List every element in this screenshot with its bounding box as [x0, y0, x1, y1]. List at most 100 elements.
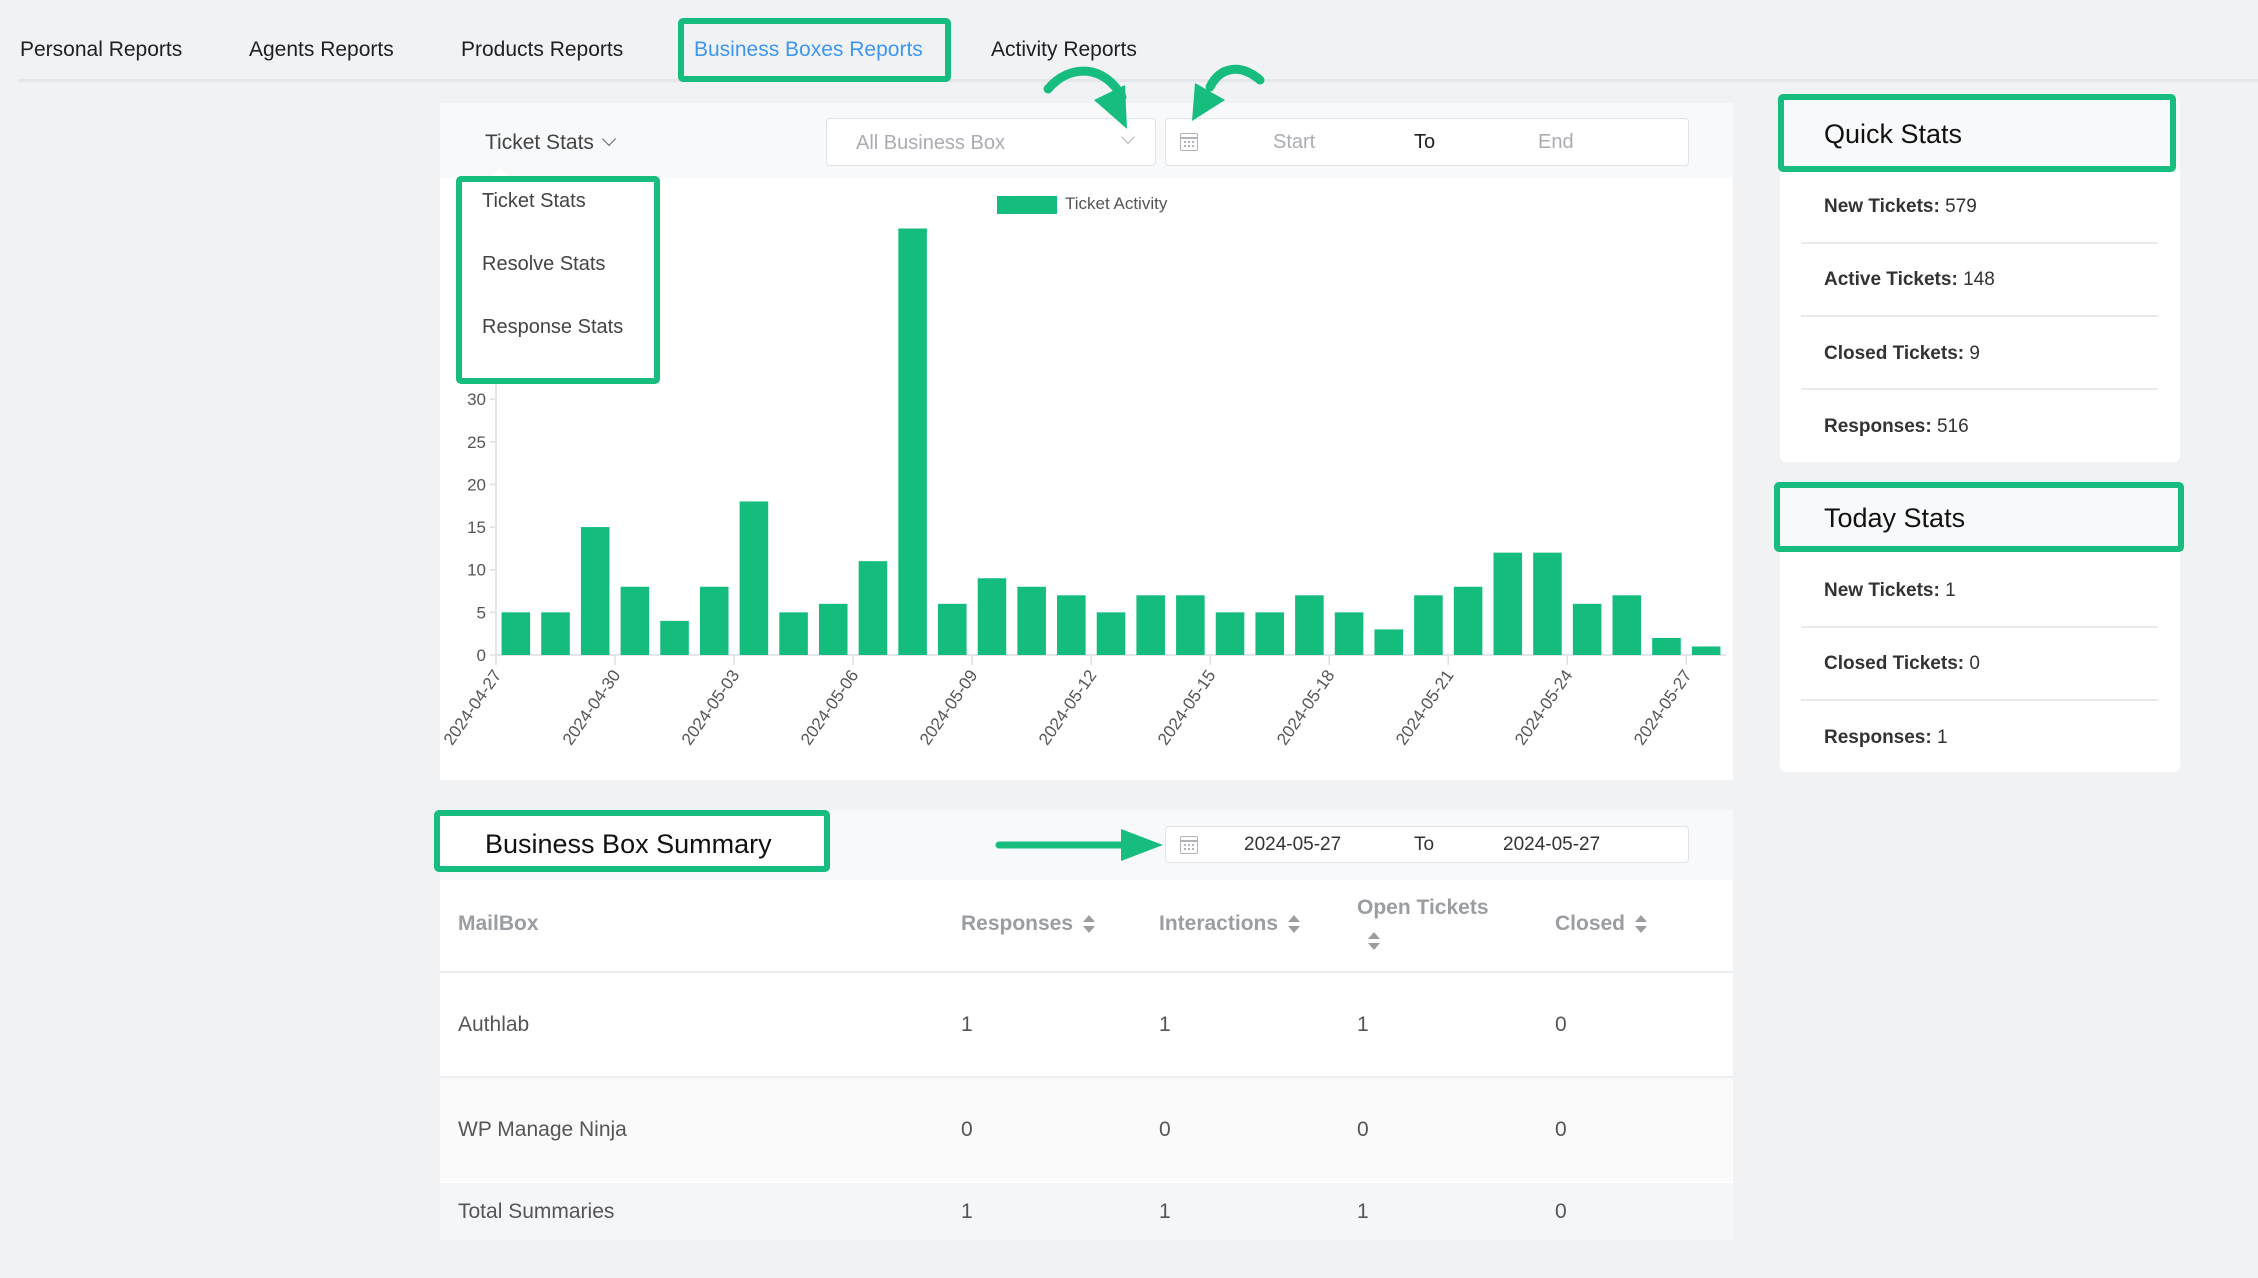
total-responses: 1: [961, 1200, 973, 1223]
summary-title: Business Box Summary: [485, 829, 772, 859]
stat-label: Closed Tickets:: [1824, 653, 1965, 674]
y-tick-label: 15: [467, 518, 486, 537]
cell-closed: 0: [1555, 1118, 1567, 1141]
bar-2024-05-06: [858, 561, 888, 655]
table-row: [440, 973, 1733, 1076]
column-label: Responses: [961, 912, 1074, 935]
bar-2024-05-11: [1057, 595, 1086, 655]
tab-personal-reports[interactable]: Personal Reports: [20, 38, 182, 62]
bar-2024-05-05: [818, 603, 848, 655]
bar-2024-04-28: [541, 612, 570, 655]
column-label: MailBox: [458, 912, 539, 935]
bar-2024-05-17: [1295, 595, 1324, 655]
quick-stat-closed-tickets: Closed Tickets: 9: [1824, 343, 1980, 365]
stat-divider: [1801, 699, 2158, 701]
y-tick-label: 10: [467, 561, 486, 580]
cell-responses: 0: [961, 1118, 973, 1141]
bar-2024-04-27: [501, 612, 531, 655]
x-tick-label: 2024-05-03: [678, 666, 743, 748]
table-total-row: [440, 1183, 1733, 1240]
column-header-interactions[interactable]: Interactions: [1159, 912, 1301, 936]
bar-2024-05-18: [1334, 612, 1364, 655]
bar-2024-05-09: [977, 578, 1007, 655]
annotation-arrows: [1043, 64, 1265, 129]
stat-value: 579: [1945, 196, 1977, 217]
today-stat-closed-tickets: Closed Tickets: 0: [1824, 653, 1980, 675]
summary-date-range[interactable]: 2024-05-27 To 2024-05-27: [1165, 826, 1689, 863]
stat-divider: [1801, 242, 2158, 244]
column-header-mailbox: MailBox: [458, 912, 539, 936]
stat-value: 0: [1969, 653, 1980, 674]
y-tick-label: 20: [467, 475, 486, 494]
stat-type-selected: Ticket Stats: [485, 131, 594, 154]
bar-2024-05-20: [1414, 595, 1443, 655]
y-tick-label: 0: [477, 646, 486, 665]
cell-mailbox: WP Manage Ninja: [458, 1118, 627, 1141]
quick-stats-title: Quick Stats: [1824, 119, 1963, 149]
cell-open-tickets: 0: [1357, 1118, 1369, 1141]
stat-divider: [1801, 315, 2158, 317]
tab-business-boxes-reports[interactable]: Business Boxes Reports: [694, 38, 923, 62]
bar-2024-05-07: [898, 228, 927, 655]
today-stats-title: Today Stats: [1824, 503, 1966, 533]
date-range-separator: To: [1414, 131, 1436, 153]
x-tick-label: 2024-05-27: [1630, 666, 1695, 748]
cell-interactions: 1: [1159, 1013, 1171, 1036]
bar-2024-05-26: [1652, 637, 1681, 655]
stat-divider: [1801, 388, 2158, 390]
annotation-arrowhead-left: [1094, 85, 1127, 129]
annotation-arrow-summary: [995, 829, 1163, 861]
stat-divider: [1801, 626, 2158, 628]
column-header-closed[interactable]: Closed: [1555, 912, 1648, 936]
sort-icon[interactable]: [1635, 915, 1648, 934]
column-header-open-tickets[interactable]: Open Tickets: [1357, 896, 1489, 920]
business-box-placeholder: All Business Box: [856, 132, 1005, 154]
y-tick-label: 5: [477, 603, 486, 622]
sort-icon[interactable]: [1368, 932, 1380, 950]
column-label: Open Tickets: [1357, 896, 1489, 919]
stat-label: New Tickets:: [1824, 196, 1940, 217]
date-end-input[interactable]: End: [1538, 131, 1574, 154]
bar-2024-05-27: [1691, 646, 1721, 655]
y-tick-label: 25: [467, 433, 486, 452]
bar-2024-05-13: [1136, 595, 1165, 655]
bar-2024-05-10: [1017, 586, 1046, 655]
total-label: Total Summaries: [458, 1200, 615, 1223]
column-label: Interactions: [1159, 912, 1279, 935]
stat-type-dropdown[interactable]: Ticket Stats: [485, 131, 616, 155]
y-tick-label: 30: [467, 390, 486, 409]
x-tick-label: 2024-04-27: [440, 666, 505, 748]
x-tick-label: 2024-05-24: [1511, 666, 1576, 748]
calendar-icon: [1180, 836, 1198, 854]
cell-mailbox: Authlab: [458, 1013, 530, 1036]
stat-label: Responses:: [1824, 416, 1932, 437]
summary-date-to[interactable]: 2024-05-27: [1503, 834, 1600, 856]
bar-2024-05-21: [1453, 586, 1483, 655]
stat-value: 516: [1936, 416, 1969, 437]
bar-2024-04-30: [620, 586, 650, 655]
quick-stat-new-tickets: New Tickets: 579: [1824, 196, 1977, 218]
x-tick-label: 2024-05-12: [1035, 666, 1100, 748]
total-interactions: 1: [1159, 1200, 1171, 1223]
total-open-tickets: 1: [1357, 1200, 1369, 1223]
bar-2024-05-23: [1533, 552, 1562, 655]
cell-responses: 1: [961, 1013, 973, 1036]
bar-2024-05-22: [1493, 552, 1523, 655]
column-header-responses[interactable]: Responses: [961, 912, 1096, 936]
x-tick-label: 2024-05-21: [1392, 666, 1457, 748]
column-label: Closed: [1555, 912, 1626, 935]
tab-products-reports[interactable]: Products Reports: [461, 38, 623, 62]
summary-date-from[interactable]: 2024-05-27: [1244, 834, 1341, 856]
cell-closed: 0: [1555, 1013, 1567, 1036]
tab-agents-reports[interactable]: Agents Reports: [249, 38, 394, 62]
sort-icon[interactable]: [1083, 915, 1096, 934]
today-stat-responses: Responses: 1: [1824, 727, 1948, 749]
x-tick-label: 2024-05-09: [916, 666, 981, 748]
today-stat-new-tickets: New Tickets: 1: [1824, 580, 1956, 602]
sort-icon[interactable]: [1288, 915, 1301, 934]
x-tick-label: 2024-04-30: [559, 666, 624, 748]
x-tick-label: 2024-05-15: [1154, 666, 1219, 748]
stat-label: Responses:: [1824, 727, 1932, 748]
stat-label: Closed Tickets:: [1824, 343, 1965, 364]
bar-2024-05-24: [1572, 603, 1602, 655]
